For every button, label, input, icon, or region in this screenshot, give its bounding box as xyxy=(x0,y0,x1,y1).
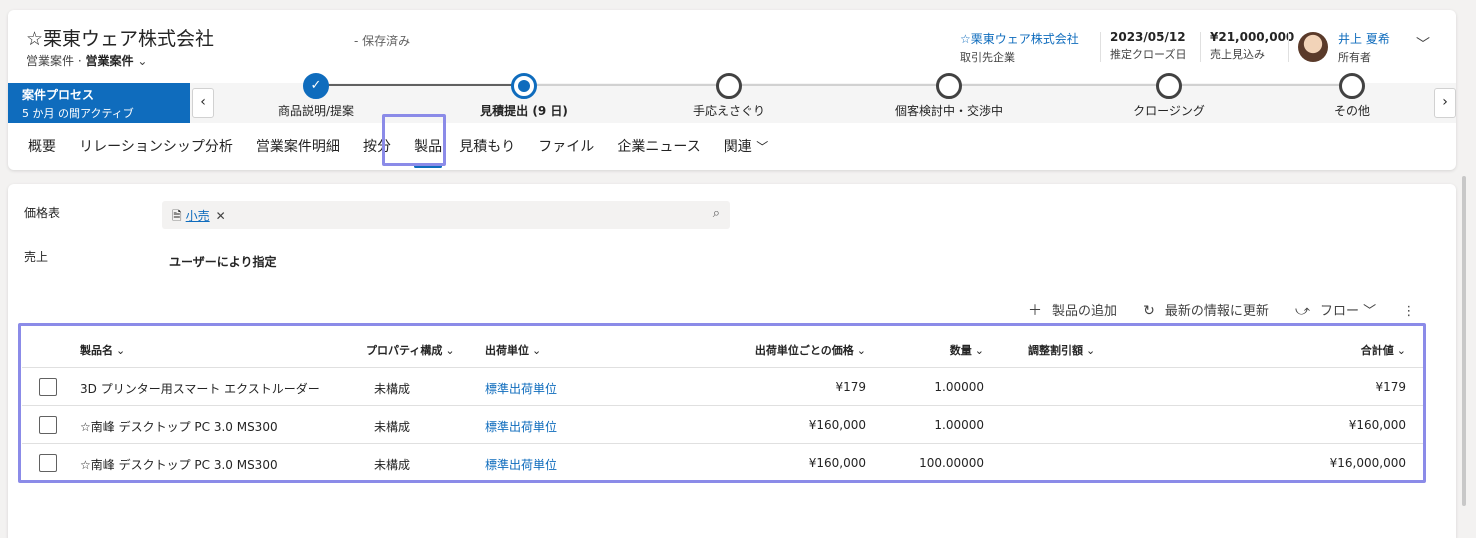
chevron-down-icon: ﹀ xyxy=(756,140,769,154)
record-subtitle: 営業案件 · 営業案件 ⌄ xyxy=(26,54,148,68)
header-field-account: ☆栗東ウェア株式会社 取引先企業 xyxy=(960,30,1079,64)
more-icon[interactable]: ⋮ xyxy=(1402,304,1415,319)
stage-circle-icon xyxy=(1339,73,1365,99)
save-status: - 保存済み xyxy=(354,34,411,48)
entity-name: 営業案件 xyxy=(26,54,75,68)
divider xyxy=(1288,32,1289,62)
flow-icon: ⤻ xyxy=(1295,303,1311,319)
tab-opportunity-lines[interactable]: 営業案件明細 xyxy=(254,136,342,156)
stage-circle-icon xyxy=(1156,73,1182,99)
chevron-down-icon: ⌄ xyxy=(137,54,148,68)
price-list-label: 価格表 xyxy=(24,206,61,220)
price-list-lookup[interactable]: 🗎 小売 ✕ ⌕ xyxy=(162,201,730,229)
chevron-left-icon[interactable]: ‹ xyxy=(192,88,214,118)
document-icon: 🗎 xyxy=(172,209,182,223)
chevron-down-icon[interactable]: ﹀ xyxy=(1416,34,1430,54)
form-selector[interactable]: 営業案件 xyxy=(85,54,133,68)
highlight-box xyxy=(382,114,446,166)
bpf-stage[interactable]: 個客検討中・交渉中 xyxy=(859,73,1039,119)
tab-relationship[interactable]: リレーションシップ分析 xyxy=(77,136,235,156)
refresh-button[interactable]: ↻ 最新の情報に更新 xyxy=(1143,300,1269,319)
bpf-stage[interactable]: 手応えさぐり xyxy=(639,73,819,119)
tab-related[interactable]: 関連 ﹀ xyxy=(722,136,770,156)
refresh-icon: ↻ xyxy=(1143,303,1155,319)
sales-value[interactable]: ユーザーにより指定 xyxy=(169,253,277,270)
flow-button[interactable]: ⤻ フロー ﹀ xyxy=(1295,300,1376,319)
current-stage-icon xyxy=(511,73,537,99)
add-product-button[interactable]: ＋製品の追加 xyxy=(1028,300,1117,320)
plus-icon: ＋ xyxy=(1028,303,1042,319)
tab-files[interactable]: ファイル xyxy=(536,136,596,156)
bpf-process-label[interactable]: 案件プロセス 5 か月 の間アクティブ xyxy=(8,83,190,123)
tab-summary[interactable]: 概要 xyxy=(26,136,58,156)
bpf-stage[interactable]: 見積提出 (9 日) xyxy=(434,73,614,119)
avatar xyxy=(1298,32,1328,62)
bpf-stage[interactable]: ✓ 商品説明/提案 xyxy=(226,73,406,119)
header-field-revenue: ¥21,000,000 売上見込み xyxy=(1210,30,1295,61)
checkmark-icon: ✓ xyxy=(303,73,329,99)
record-header: ☆栗東ウェア株式会社 営業案件 · 営業案件 ⌄ - 保存済み ☆栗東ウェア株式… xyxy=(8,10,1456,170)
record-title: ☆栗東ウェア株式会社 xyxy=(26,28,215,50)
chevron-down-icon: ﹀ xyxy=(1363,304,1377,319)
tab-news[interactable]: 企業ニュース xyxy=(615,136,702,156)
divider xyxy=(1200,32,1201,62)
owner-link[interactable]: 井上 夏希 xyxy=(1338,30,1390,47)
price-list-tag[interactable]: 🗎 小売 ✕ xyxy=(172,207,226,228)
header-field-close-date: 2023/05/12 推定クローズ日 xyxy=(1110,30,1187,61)
bpf-stage[interactable]: クロージング xyxy=(1079,73,1259,119)
header-field-owner: 井上 夏希 所有者 xyxy=(1338,30,1390,64)
bpf-stage[interactable]: その他 xyxy=(1262,73,1442,119)
stage-circle-icon xyxy=(716,73,742,99)
tab-quotes[interactable]: 見積もり xyxy=(457,136,517,156)
command-bar: ＋製品の追加 ↻ 最新の情報に更新 ⤻ フロー ﹀ ⋮ xyxy=(1028,300,1415,320)
account-link[interactable]: ☆栗東ウェア株式会社 xyxy=(960,30,1079,47)
stage-circle-icon xyxy=(936,73,962,99)
price-list-value[interactable]: 小売 xyxy=(186,209,210,223)
scrollbar[interactable] xyxy=(1462,176,1466,506)
search-icon[interactable]: ⌕ xyxy=(713,206,720,221)
divider xyxy=(1100,32,1101,62)
sales-label: 売上 xyxy=(24,250,49,264)
highlight-box xyxy=(18,323,1426,483)
close-icon[interactable]: ✕ xyxy=(216,209,226,223)
business-process-flow: 案件プロセス 5 か月 の間アクティブ ‹ › ✓ 商品説明/提案 見積提出 (… xyxy=(8,73,1456,123)
